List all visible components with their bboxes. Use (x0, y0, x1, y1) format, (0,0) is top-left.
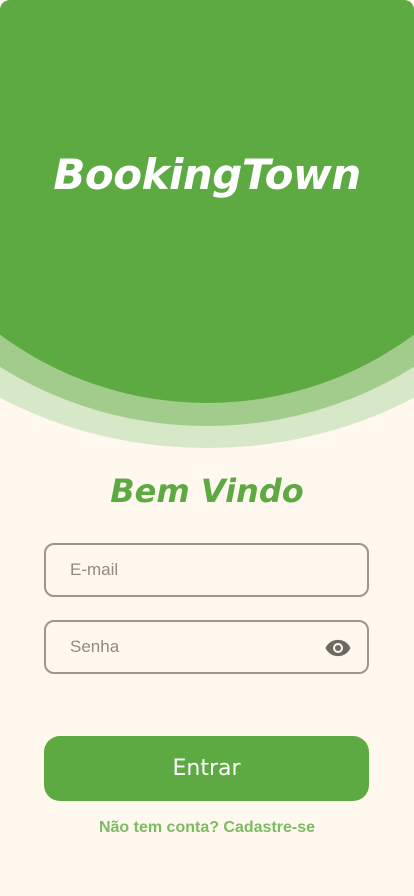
eye-icon[interactable] (325, 639, 351, 657)
header-wave-main (0, 0, 414, 403)
email-input[interactable] (46, 545, 367, 595)
enter-button[interactable]: Entrar (44, 736, 369, 801)
login-screen: BookingTown Bem Vindo Entrar Não tem con… (0, 0, 414, 896)
password-field[interactable] (44, 620, 369, 674)
password-input[interactable] (46, 622, 367, 672)
welcome-title: Bem Vindo (110, 472, 304, 510)
brand-logo-text: BookingTown (53, 150, 361, 199)
email-field[interactable] (44, 543, 369, 597)
header-background (0, 0, 414, 448)
signup-link[interactable]: Não tem conta? Cadastre-se (0, 819, 414, 837)
